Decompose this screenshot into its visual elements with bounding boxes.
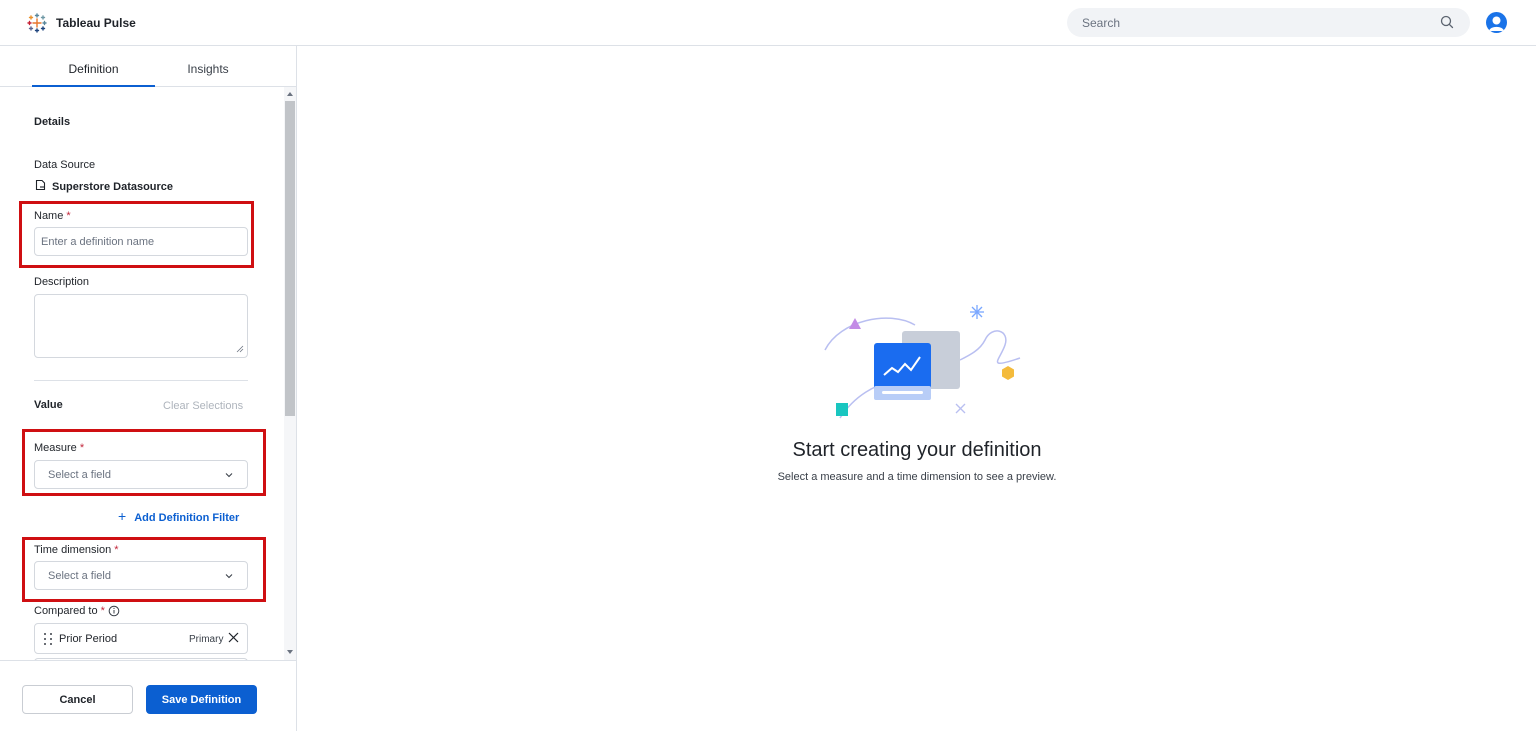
measure-highlight-box (22, 429, 266, 496)
name-highlight-box (19, 201, 254, 268)
clear-selections-link[interactable]: Clear Selections (163, 400, 243, 412)
data-source-label: Data Source (34, 159, 96, 171)
resize-grip-icon[interactable] (236, 345, 244, 353)
panel-tabs: Definition Insights (0, 46, 296, 87)
primary-badge: Primary (189, 634, 224, 645)
value-heading: Value (34, 399, 63, 411)
tab-definition[interactable]: Definition (32, 46, 155, 87)
empty-state-illustration (824, 305, 1021, 419)
scroll-down-arrow-icon[interactable] (287, 650, 293, 654)
definition-form: Details Data Source Superstore Datasourc… (0, 87, 296, 660)
details-heading: Details (34, 116, 71, 128)
add-definition-filter-button[interactable]: + Add Definition Filter (118, 508, 239, 524)
tab-insights[interactable]: Insights (168, 46, 248, 87)
cancel-button[interactable]: Cancel (22, 685, 133, 714)
scroll-up-arrow-icon[interactable] (287, 92, 293, 96)
empty-state-subtitle: Select a measure and a time dimension to… (777, 471, 1057, 483)
search-bar[interactable] (1067, 8, 1470, 37)
user-avatar-icon[interactable] (1486, 12, 1507, 33)
definition-panel: Definition Insights Details Data Source … (0, 46, 297, 731)
section-divider (34, 380, 248, 381)
panel-scrollbar[interactable] (284, 87, 296, 660)
compared-to-item[interactable]: Prior Period Primary (34, 623, 248, 654)
save-definition-button[interactable]: Save Definition (146, 685, 257, 714)
info-icon[interactable] (108, 605, 120, 617)
panel-footer: Cancel Save Definition (0, 660, 296, 731)
empty-state: Start creating your definition Select a … (700, 300, 1134, 500)
description-textarea[interactable] (34, 294, 248, 358)
datasource-icon (35, 179, 46, 191)
data-source-value: Superstore Datasource (52, 181, 174, 193)
app-title: Tableau Pulse (56, 16, 136, 30)
drag-handle-icon[interactable] (43, 632, 53, 646)
plus-icon: + (118, 508, 127, 524)
top-bar: Tableau Pulse (0, 0, 1536, 46)
scrollbar-thumb[interactable] (285, 101, 295, 416)
empty-state-title: Start creating your definition (792, 439, 1042, 461)
time-dimension-highlight-box (22, 537, 266, 602)
description-label: Description (34, 276, 90, 288)
search-icon[interactable] (1439, 14, 1455, 30)
tableau-logo-icon[interactable] (27, 13, 47, 33)
search-input[interactable] (1082, 8, 1422, 37)
close-icon[interactable] (228, 632, 239, 643)
compared-item-label: Prior Period (59, 633, 118, 645)
compared-to-label: Compared to * (34, 605, 105, 617)
